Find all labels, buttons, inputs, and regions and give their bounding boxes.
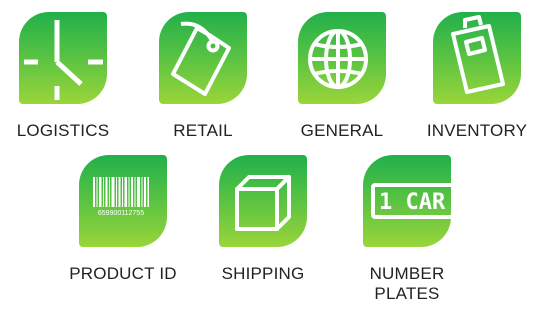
barcode-number: 659900112755 bbox=[98, 210, 144, 217]
product-id-tile[interactable]: 659900112755 bbox=[79, 155, 167, 247]
box-icon bbox=[235, 175, 291, 231]
inventory-tile[interactable] bbox=[433, 12, 521, 104]
product-id-label[interactable]: PRODUCT ID bbox=[58, 264, 188, 284]
retail-label[interactable]: RETAIL bbox=[138, 121, 268, 141]
general-label[interactable]: GENERAL bbox=[277, 121, 407, 141]
globe-icon bbox=[308, 29, 368, 89]
retail-tile[interactable] bbox=[159, 12, 247, 104]
logistics-label[interactable]: LOGISTICS bbox=[0, 121, 128, 141]
clock-icon bbox=[24, 20, 103, 100]
shipping-tile[interactable] bbox=[219, 155, 307, 247]
general-tile[interactable] bbox=[298, 12, 386, 104]
license-plate-icon: 1 CAR bbox=[371, 183, 451, 219]
barcode-icon: 659900112755 bbox=[93, 177, 149, 217]
logistics-tile[interactable] bbox=[19, 12, 107, 104]
price-tag-icon bbox=[171, 21, 231, 96]
shipping-label[interactable]: SHIPPING bbox=[198, 264, 328, 284]
clipboard-icon bbox=[451, 15, 505, 94]
inventory-label[interactable]: INVENTORY bbox=[412, 121, 540, 141]
plate-text: 1 CAR bbox=[379, 190, 446, 215]
number-plates-label[interactable]: NUMBER PLATES bbox=[357, 264, 457, 304]
number-plates-tile[interactable]: 1 CAR bbox=[363, 155, 451, 247]
